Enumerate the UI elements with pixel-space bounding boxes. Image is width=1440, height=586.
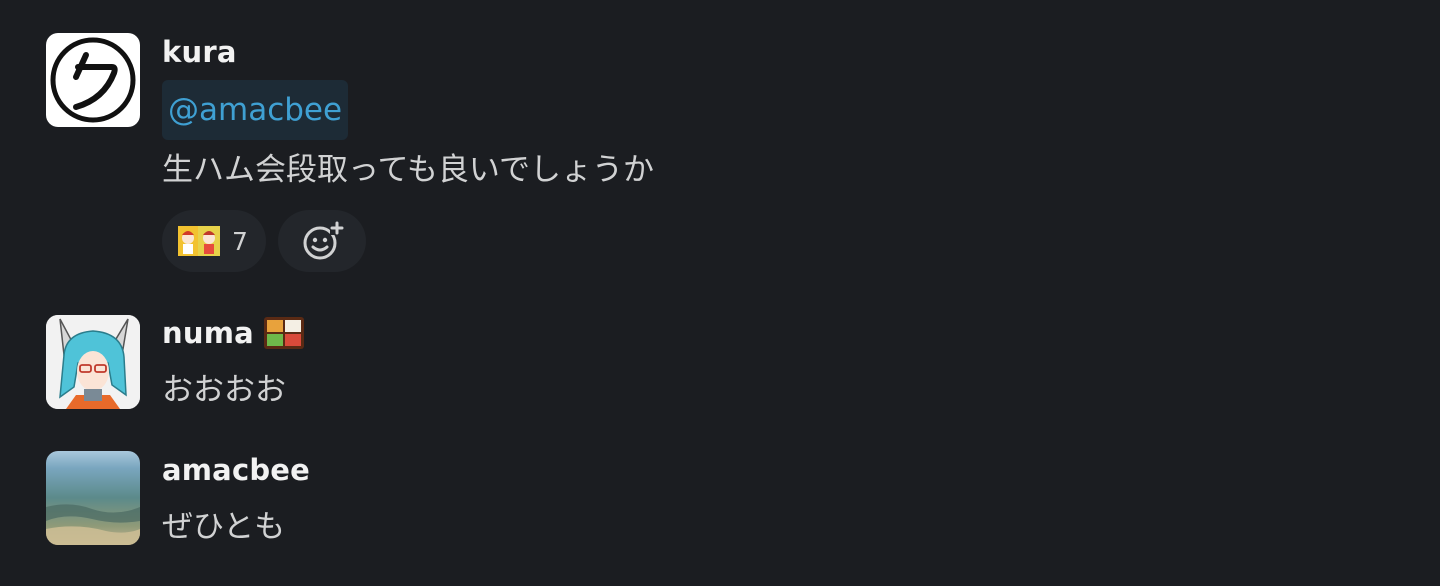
mention-link[interactable]: @amacbee [162, 80, 349, 140]
username[interactable]: kura [162, 34, 237, 70]
add-reaction-icon [300, 219, 344, 263]
message-text: おおおお [162, 372, 286, 408]
avatar-kura[interactable] [46, 33, 140, 127]
people-emoji-icon [178, 224, 220, 258]
message-numa: numa おおおお [0, 300, 1440, 430]
message-feed: kura @amacbee 生ハム会段取っても良いでしょうか 7 numa おお… [0, 0, 1440, 586]
add-reaction-button[interactable] [278, 210, 366, 272]
message-text: 生ハム会段取っても良いでしょうか [162, 152, 654, 188]
message-text: ぜひとも [162, 509, 286, 545]
username[interactable]: numa [162, 315, 254, 351]
message-kura: kura @amacbee 生ハム会段取っても良いでしょうか 7 [0, 0, 1440, 290]
avatar-numa[interactable] [46, 315, 140, 409]
reaction-count: 7 [232, 226, 248, 256]
username[interactable]: amacbee [162, 452, 310, 488]
message-amacbee: amacbee ぜひとも [0, 440, 1440, 570]
reaction-pill[interactable]: 7 [162, 210, 266, 272]
avatar-amacbee[interactable] [46, 451, 140, 545]
bento-box-emoji-icon [263, 315, 305, 351]
